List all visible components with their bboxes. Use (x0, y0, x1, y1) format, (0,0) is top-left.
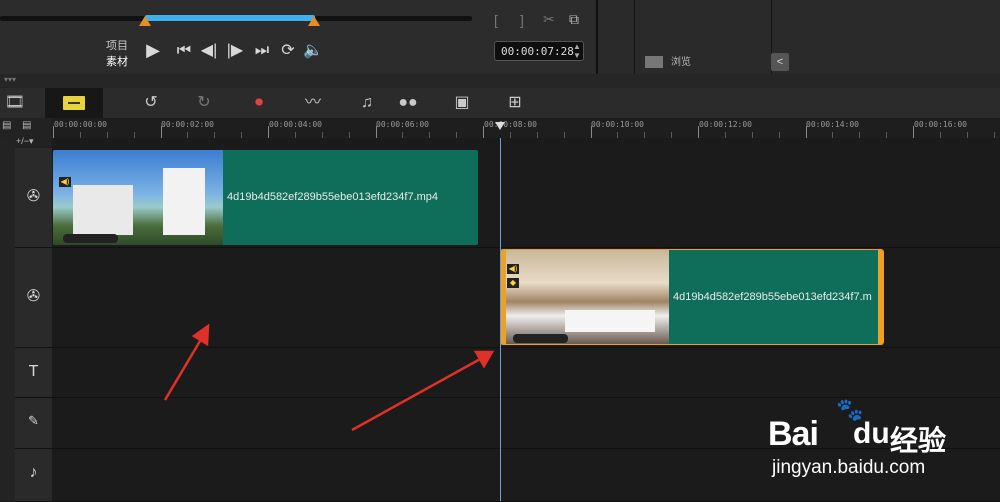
watermark-brand: Bai (768, 415, 819, 453)
watermark-suffix: 经验 (890, 425, 947, 456)
annotation-arrowhead (191, 323, 210, 347)
watermark-url: jingyan.baidu.com (772, 457, 926, 478)
annotation-arrow (163, 335, 205, 401)
baidu-watermark: 🐾 Bai du 经验 jingyan.baidu.com (768, 397, 988, 487)
watermark-du: du (853, 417, 890, 450)
annotation-arrow (351, 356, 483, 432)
